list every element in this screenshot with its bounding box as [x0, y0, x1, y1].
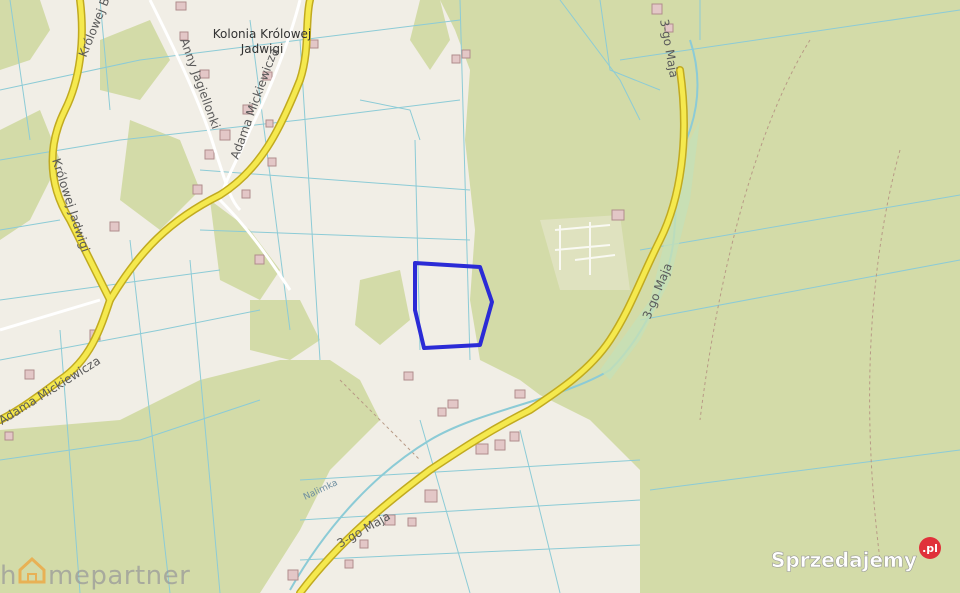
map-canvas[interactable]: Kolonia Królowej Jadwigi Królowej B Król…: [0, 0, 960, 593]
sprzedajemy-text: Sprzedajemy: [771, 548, 917, 572]
pl-badge-text: .pl: [922, 542, 938, 555]
map-view[interactable]: Kolonia Królowej Jadwigi Królowej B Król…: [0, 0, 960, 593]
place-label-line1: Kolonia Królowej: [213, 27, 311, 41]
homepartner-h: h: [0, 561, 17, 591]
homepartner-rest: mepartner: [48, 561, 190, 591]
